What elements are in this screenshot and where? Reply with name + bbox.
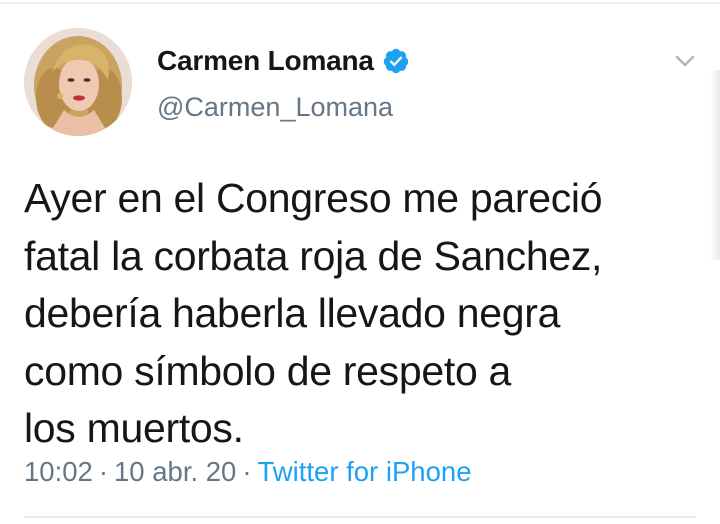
tweet-text: Ayer en el Congreso me pareció fatal la …	[24, 175, 603, 451]
tweet-source-link[interactable]: Twitter for iPhone	[258, 456, 472, 488]
tweet-card: Carmen Lomana @Carmen_Lomana Ayer en el …	[0, 0, 720, 524]
avatar-portrait	[24, 28, 132, 136]
tweet-date[interactable]: 10 abr. 20	[114, 456, 236, 488]
chevron-down-icon[interactable]	[672, 48, 698, 74]
meta-separator: ·	[242, 456, 252, 487]
author-name-row: Carmen Lomana	[157, 42, 410, 80]
avatar[interactable]	[24, 28, 132, 136]
tweet-time[interactable]: 10:02	[24, 456, 93, 488]
author-name[interactable]: Carmen Lomana	[157, 45, 374, 77]
tweet-meta: 10:02 · 10 abr. 20 · Twitter for iPhone	[24, 456, 471, 488]
meta-separator: ·	[98, 456, 108, 487]
author-handle[interactable]: @Carmen_Lomana	[157, 92, 393, 123]
bottom-divider	[24, 516, 696, 518]
verified-badge-icon	[382, 47, 410, 75]
